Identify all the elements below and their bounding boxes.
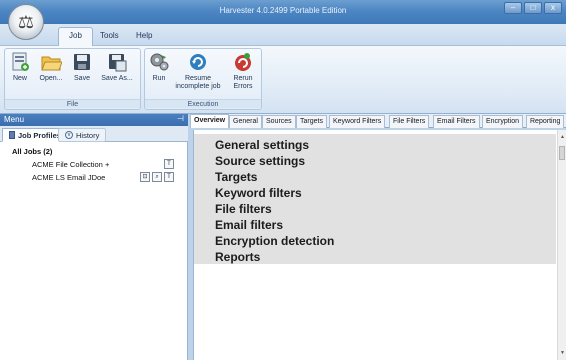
scrollbar-thumb[interactable]: [559, 146, 565, 160]
overview-item-reports[interactable]: Reports: [215, 250, 260, 264]
tab-general[interactable]: General: [229, 115, 262, 128]
overview-item-targets[interactable]: Targets: [215, 170, 257, 184]
menu-panel-title: Menu: [4, 115, 25, 124]
open-folder-icon: [41, 56, 62, 71]
resume-label: Resume incomplete job: [175, 75, 221, 90]
history-icon: v: [65, 131, 73, 139]
new-button[interactable]: New: [7, 51, 33, 83]
file-group: New Open... Save Save As... File: [4, 48, 141, 110]
ribbon: New Open... Save Save As... File Run Res…: [0, 46, 566, 114]
overview-item-file-filters[interactable]: File filters: [215, 202, 272, 216]
new-document-icon: [12, 52, 29, 71]
job-item[interactable]: ACME LS Email JDoe ⊡ ⌕ T: [14, 172, 184, 184]
open-button[interactable]: Open...: [37, 51, 65, 83]
new-label: New: [12, 75, 27, 82]
save-as-label: Save As...: [101, 75, 133, 82]
open-label: Open...: [39, 75, 63, 82]
tab-job-profiles-label: Job Profiles: [18, 130, 61, 140]
tab-job[interactable]: Job: [58, 27, 93, 46]
scroll-down-arrow-icon[interactable]: ▼: [558, 350, 566, 358]
save-disk-icon: [74, 54, 90, 70]
save-as-icon: [109, 54, 127, 72]
overview-content: General settings Source settings Targets…: [193, 130, 566, 360]
app-menu-orb[interactable]: ⚖: [8, 4, 44, 40]
tab-sources[interactable]: Sources: [262, 115, 296, 128]
title-bar: Harvester 4.0.2499 Portable Edition – □ …: [0, 0, 566, 24]
tab-email-filters[interactable]: Email Filters: [433, 115, 480, 128]
overview-item-keyword-filters[interactable]: Keyword filters: [215, 186, 302, 200]
overview-item-source-settings[interactable]: Source settings: [215, 154, 305, 168]
window-title: Harvester 4.0.2499 Portable Edition: [219, 6, 347, 15]
job-profiles-tree: All Jobs (2) ACME File Collection + T AC…: [0, 142, 188, 360]
resume-button[interactable]: Resume incomplete job: [173, 51, 223, 91]
rerun-errors-button[interactable]: Rerun Errors: [227, 51, 259, 91]
job-item[interactable]: ACME File Collection + T: [14, 159, 184, 171]
close-button[interactable]: x: [544, 2, 562, 14]
tab-reporting[interactable]: Reporting: [526, 115, 565, 128]
job-label: ACME File Collection +: [32, 160, 110, 169]
content-tab-strip: Overview General Sources Targets Keyword…: [190, 114, 566, 128]
email-search-icon[interactable]: ⊡: [140, 172, 150, 182]
save-button[interactable]: Save: [69, 51, 95, 83]
tab-keyword-filters[interactable]: Keyword Filters: [329, 115, 386, 128]
execution-group-label: Execution: [145, 99, 261, 108]
scales-logo-icon: ⚖: [17, 11, 35, 32]
run-label: Run: [152, 75, 166, 82]
run-gears-icon: [150, 53, 169, 71]
text-file-icon[interactable]: T: [164, 172, 174, 182]
job-label: ACME LS Email JDoe: [32, 173, 106, 182]
overview-item-email-filters[interactable]: Email filters: [215, 218, 283, 232]
tab-history[interactable]: v History: [58, 128, 107, 142]
file-group-label: File: [5, 99, 140, 108]
tab-targets[interactable]: Targets: [296, 115, 327, 128]
save-as-button[interactable]: Save As...: [101, 51, 133, 83]
execution-group: Run Resume incomplete job Rerun Errors E…: [144, 48, 262, 110]
tab-tools[interactable]: Tools: [92, 29, 127, 42]
minimize-button[interactable]: –: [504, 2, 522, 14]
overview-list: General settings Source settings Targets…: [194, 134, 556, 264]
scroll-up-arrow-icon[interactable]: ▲: [558, 134, 566, 142]
tab-history-label: History: [76, 130, 100, 140]
tree-root-all-jobs[interactable]: All Jobs (2): [12, 147, 52, 156]
text-file-icon[interactable]: T: [164, 159, 174, 169]
ribbon-tab-row: Job Tools Help: [0, 24, 566, 46]
tab-overview[interactable]: Overview: [190, 114, 230, 128]
tab-encryption[interactable]: Encryption: [482, 115, 524, 128]
overview-item-encryption-detection[interactable]: Encryption detection: [215, 234, 334, 248]
rerun-errors-icon: [235, 53, 251, 71]
search-icon[interactable]: ⌕: [152, 172, 162, 182]
job-profiles-icon: [9, 131, 15, 139]
maximize-button[interactable]: □: [524, 2, 542, 14]
resume-icon: [190, 54, 206, 70]
tab-file-filters[interactable]: File Filters: [389, 115, 430, 128]
overview-item-general-settings[interactable]: General settings: [215, 138, 309, 152]
pin-icon[interactable]: ⊣: [177, 114, 184, 123]
run-button[interactable]: Run: [147, 51, 171, 83]
save-label: Save: [74, 75, 90, 82]
vertical-scrollbar[interactable]: ▲ ▼: [557, 130, 566, 360]
menu-panel-header: Menu ⊣: [0, 114, 188, 126]
menu-panel-tabs: Job Profiles v History: [0, 126, 188, 142]
tab-help[interactable]: Help: [128, 29, 160, 42]
rerun-errors-label: Rerun Errors: [233, 75, 253, 90]
